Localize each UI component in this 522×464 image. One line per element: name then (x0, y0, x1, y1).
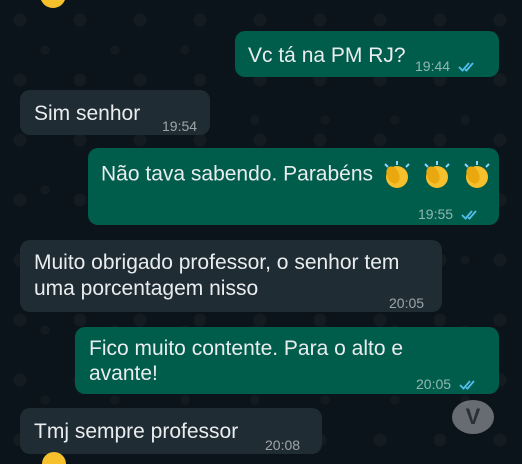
message-text-line-1: Muito obrigado professor, o senhor tem (34, 251, 400, 274)
read-double-check-icon (458, 62, 474, 73)
message-timestamp: 20:05 (389, 295, 425, 311)
message-timestamp: 19:55 (418, 201, 481, 228)
read-double-check-icon (459, 380, 475, 391)
message-timestamp: 19:44 (415, 53, 478, 80)
message-text: Vc tá na PM RJ? (248, 44, 406, 67)
message-text-line-1: Fico muito contente. Para o alto e (89, 337, 404, 360)
message-text: Sim senhor (34, 102, 141, 125)
message-text-line-2: avante! (89, 362, 158, 385)
message-text: Não tava sabendo. Parabéns (101, 160, 493, 190)
message-bubble-incoming[interactable]: Tmj sempre professor 20:08 (20, 408, 322, 454)
message-bubble-incoming[interactable]: Muito obrigado professor, o senhor tem u… (20, 240, 442, 312)
message-text: Tmj sempre professor (34, 420, 239, 443)
clap-icon (463, 161, 490, 188)
clapping-hands-emoji (379, 161, 493, 188)
watermark-logo: V (452, 400, 494, 434)
message-timestamp: 19:54 (162, 118, 198, 134)
message-bubble-outgoing[interactable]: Vc tá na PM RJ? 19:44 (235, 31, 499, 77)
message-text-line-2: uma porcentagem nisso (34, 277, 259, 300)
clap-icon (384, 161, 410, 188)
message-bubble-incoming[interactable]: Sim senhor 19:54 (20, 90, 210, 135)
message-timestamp: 20:08 (265, 437, 301, 453)
clap-icon (424, 161, 450, 188)
read-double-check-icon (461, 210, 477, 221)
message-timestamp: 20:05 (416, 371, 479, 398)
message-bubble-outgoing[interactable]: Não tava sabendo. Parabéns 19:55 (88, 148, 499, 225)
message-bubble-outgoing[interactable]: Fico muito contente. Para o alto e avant… (75, 327, 499, 394)
